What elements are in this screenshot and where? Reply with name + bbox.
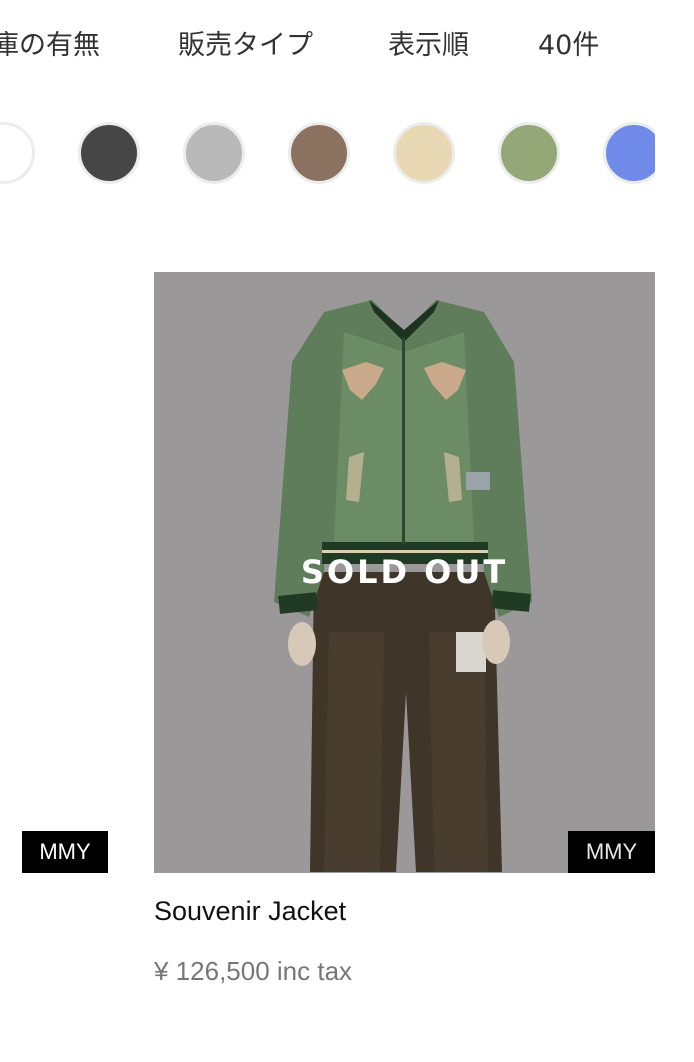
filter-stock[interactable]: 庫の有無 — [0, 28, 100, 64]
color-swatch-green[interactable] — [498, 122, 560, 184]
product-image[interactable]: SOLD OUT MMY — [154, 272, 655, 873]
sold-out-overlay: SOLD OUT — [300, 553, 509, 591]
color-swatch-brown[interactable] — [288, 122, 350, 184]
filter-sort-order[interactable]: 表示順 — [388, 28, 469, 64]
product-price: ¥ 126,500 inc tax — [154, 956, 353, 986]
filter-item-count[interactable]: 40件 — [538, 28, 599, 64]
color-swatch-gray[interactable] — [183, 122, 245, 184]
product-brand-tag: MMY — [568, 831, 655, 873]
swatch-row-edge — [655, 122, 694, 184]
left-card-brand-tag: MMY — [22, 831, 108, 873]
color-swatch-beige[interactable] — [393, 122, 455, 184]
color-swatch-row — [0, 122, 694, 184]
color-swatch-charcoal[interactable] — [78, 122, 140, 184]
filter-sales-type[interactable]: 販売タイプ — [178, 28, 313, 64]
product-name[interactable]: Souvenir Jacket — [154, 894, 346, 928]
filter-bar: 庫の有無 販売タイプ 表示順 40件 — [0, 0, 694, 90]
color-swatch-white[interactable] — [0, 122, 35, 184]
product-card[interactable]: SOLD OUT MMY Souvenir Jacket ¥ 126,500 i… — [154, 272, 655, 1002]
